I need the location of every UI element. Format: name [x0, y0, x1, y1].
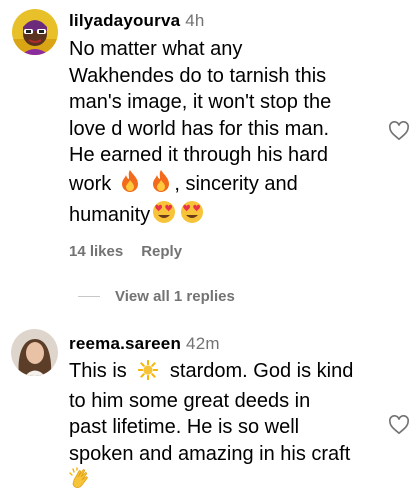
comment-line: man's image, it won't stop the [69, 91, 332, 113]
username-text[interactable]: reema.sareen [69, 334, 181, 353]
heart-eyes-emoji [152, 200, 176, 232]
comment-line: No matter what any [69, 38, 243, 60]
comment-line: love d world has for this man. [69, 117, 330, 140]
comment-username[interactable]: reema.sareen 42m [69, 334, 220, 354]
heart-outline-icon[interactable] [388, 121, 410, 141]
comment-time: 42m [186, 334, 220, 353]
fire-emoji [150, 169, 172, 201]
sun-emoji [138, 359, 159, 388]
comment-text: humanity [69, 204, 151, 226]
view-replies-text[interactable]: View all 1 replies [115, 288, 235, 305]
comment-line: humanity [69, 200, 331, 232]
comment-line: to him some great deeds in [69, 389, 311, 412]
comment-username[interactable]: lilyadayourva 4h [69, 11, 205, 31]
view-replies-link[interactable]: View all 1 replies [78, 288, 235, 305]
comment-time: 4h [185, 11, 205, 30]
username-text[interactable]: lilyadayourva [69, 11, 180, 30]
comment-body: This is stardom. God is kind to him some… [69, 358, 353, 499]
comment-body: No matter what any Wakhendes do to tarni… [69, 36, 331, 232]
comment-line: Wakhendes do to tarnish this [69, 64, 327, 87]
replies-divider [78, 296, 100, 297]
comment-text: work [69, 172, 112, 195]
clapping-hands-emoji [69, 467, 93, 499]
comment-line [69, 467, 353, 499]
comment-line: work , sincerity and [69, 169, 331, 201]
comment-text: , sincerity and [174, 172, 298, 195]
comment-text: stardom. God is kind [169, 360, 354, 382]
heart-eyes-emoji [180, 200, 204, 232]
avatar[interactable] [11, 329, 58, 376]
reply-button[interactable]: Reply [141, 243, 182, 260]
comment-line: past lifetime. He is so well [69, 416, 300, 438]
comment-text: This is [69, 360, 127, 382]
comment-actions: 14 likes Reply [69, 243, 182, 260]
comment-line: This is stardom. God is kind [69, 358, 353, 388]
avatar[interactable] [12, 9, 58, 55]
comment-line: He earned it through his hard [69, 144, 329, 166]
likes-count[interactable]: 14 likes [69, 243, 123, 260]
fire-emoji [119, 169, 141, 201]
heart-outline-icon[interactable] [388, 415, 410, 435]
comment-line: spoken and amazing in his craft [69, 442, 351, 465]
